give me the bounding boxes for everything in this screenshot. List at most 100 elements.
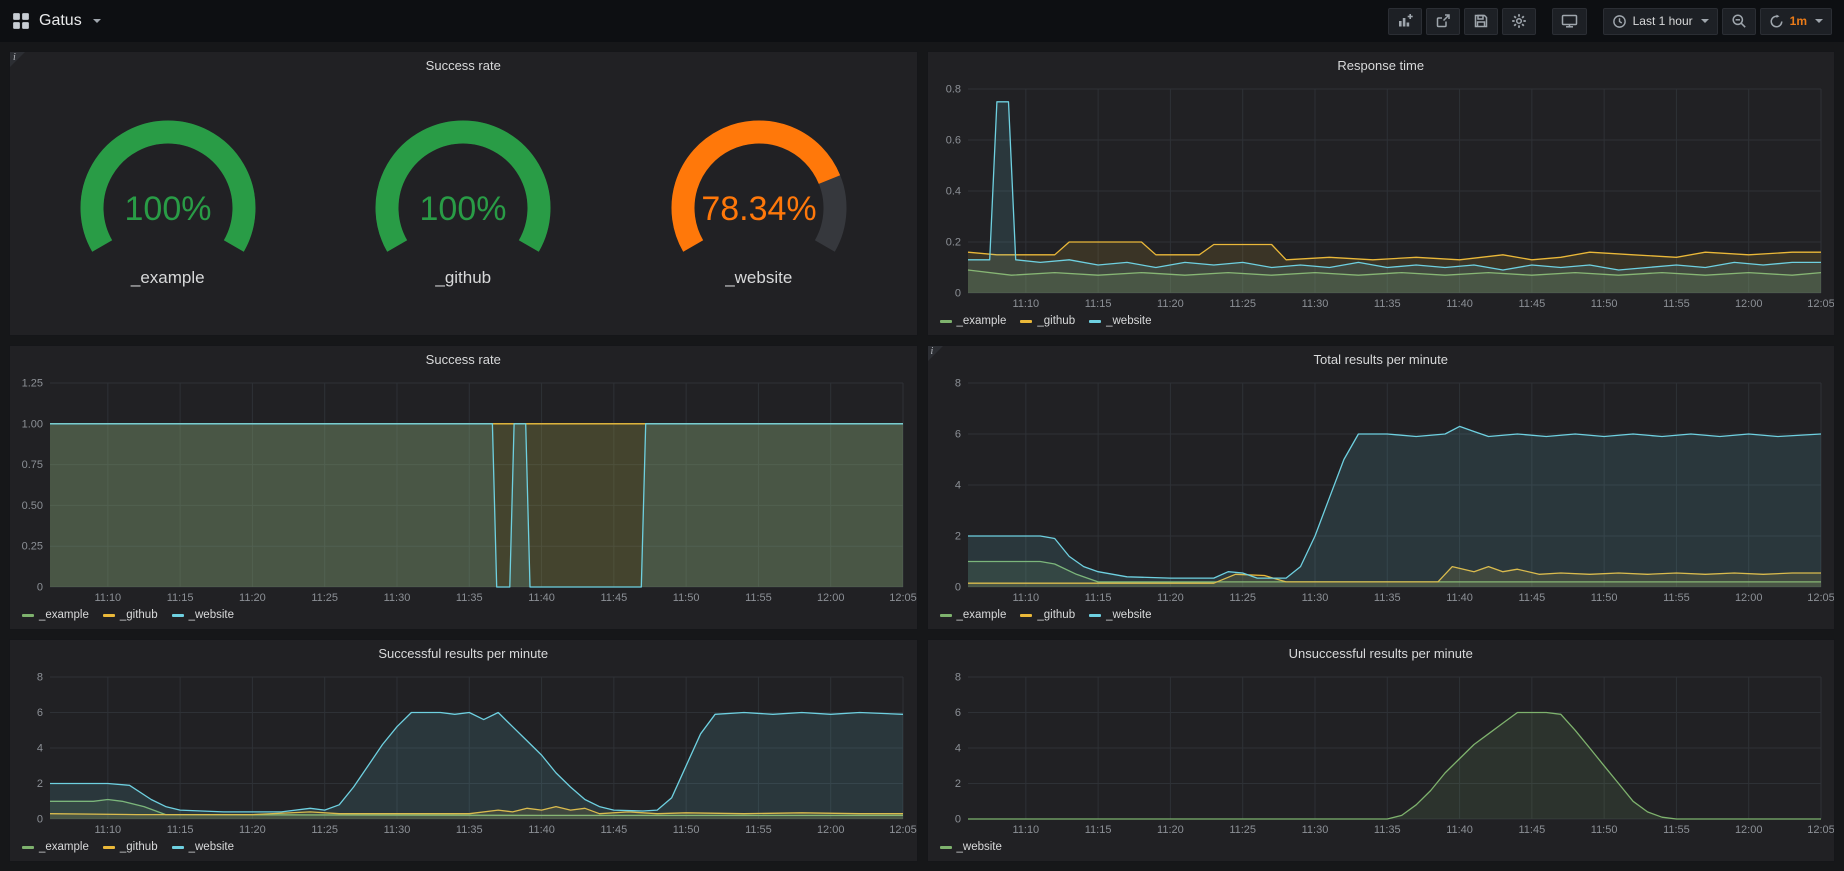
add-panel-button[interactable] [1388, 8, 1422, 35]
gauge-arc: 78.34% [634, 118, 884, 268]
legend-marker [22, 846, 34, 849]
chart-success-rate[interactable]: 11:1011:1511:2011:2511:3011:3511:4011:45… [10, 373, 917, 607]
svg-text:11:45: 11:45 [600, 824, 627, 836]
time-range-label: Last 1 hour [1633, 14, 1693, 28]
legend-label[interactable]: _github [1037, 609, 1075, 621]
svg-text:12:05: 12:05 [889, 824, 916, 836]
chevron-down-icon[interactable] [93, 19, 101, 23]
svg-text:0: 0 [37, 582, 43, 594]
legend-item-example[interactable]: _example [940, 315, 1007, 327]
dashboard-grid: i Success rate 100% _example 100% _githu… [0, 42, 1844, 871]
navbar: Gatus [0, 0, 1844, 42]
apps-grid-icon[interactable] [12, 12, 30, 30]
zoom-out-button[interactable] [1722, 8, 1756, 35]
legend-item-example[interactable]: _example [22, 609, 89, 621]
refresh-interval-label[interactable]: 1m [1790, 14, 1807, 28]
legend-label[interactable]: _github [120, 841, 158, 853]
svg-text:11:15: 11:15 [1084, 298, 1111, 310]
svg-text:6: 6 [954, 707, 960, 719]
panel-title[interactable]: Success rate [426, 58, 501, 73]
panel-header[interactable]: Success rate [10, 346, 917, 373]
svg-text:11:35: 11:35 [1373, 298, 1400, 310]
share-button[interactable] [1426, 8, 1460, 35]
svg-text:0.25: 0.25 [22, 541, 43, 553]
legend-item-github[interactable]: _github [1020, 609, 1075, 621]
legend-item-website[interactable]: _website [172, 609, 234, 621]
chart-legend: _example _github _website [928, 607, 1835, 629]
legend-label[interactable]: _github [120, 609, 158, 621]
gauge-arc: 100% [43, 118, 293, 268]
chevron-down-icon[interactable] [1815, 19, 1823, 23]
legend-item-github[interactable]: _github [103, 609, 158, 621]
svg-text:4: 4 [37, 743, 43, 755]
legend-label[interactable]: _example [39, 609, 89, 621]
legend-label[interactable]: _website [1106, 609, 1151, 621]
legend-label[interactable]: _website [189, 609, 234, 621]
legend-item-example[interactable]: _example [940, 609, 1007, 621]
legend-item-website[interactable]: _website [1089, 315, 1151, 327]
svg-text:11:55: 11:55 [1663, 298, 1690, 310]
save-button[interactable] [1464, 8, 1498, 35]
refresh-button[interactable]: 1m [1760, 8, 1832, 35]
legend-label[interactable]: _website [1106, 315, 1151, 327]
legend-label[interactable]: _website [957, 841, 1002, 853]
legend-marker [22, 614, 34, 617]
gauge-label: _example [131, 268, 205, 288]
svg-text:11:35: 11:35 [1373, 592, 1400, 604]
legend-marker [940, 846, 952, 849]
legend-item-website[interactable]: _website [940, 841, 1002, 853]
add-panel-icon [1397, 13, 1413, 29]
svg-text:4: 4 [954, 480, 960, 492]
svg-text:11:30: 11:30 [1301, 592, 1328, 604]
chart-legend: _example _github _website [10, 607, 917, 629]
chart-response-time[interactable]: 11:1011:1511:2011:2511:3011:3511:4011:45… [928, 79, 1835, 313]
chart-total-results[interactable]: 11:1011:1511:2011:2511:3011:3511:4011:45… [928, 373, 1835, 607]
chart-successful-results[interactable]: 11:1011:1511:2011:2511:3011:3511:4011:45… [10, 667, 917, 839]
svg-text:11:25: 11:25 [1229, 298, 1256, 310]
svg-text:11:40: 11:40 [1446, 298, 1473, 310]
chart-legend: _example _github _website [10, 839, 917, 861]
legend-item-example[interactable]: _example [22, 841, 89, 853]
panel-header[interactable]: Unsuccessful results per minute [928, 640, 1835, 667]
svg-text:11:10: 11:10 [94, 824, 121, 836]
time-range-picker[interactable]: Last 1 hour [1603, 8, 1718, 35]
svg-text:11:20: 11:20 [1157, 298, 1184, 310]
panel-info-icon[interactable]: i [928, 346, 943, 361]
panel-header[interactable]: Successful results per minute [10, 640, 917, 667]
dashboard-title[interactable]: Gatus [39, 12, 82, 30]
svg-text:11:10: 11:10 [1012, 298, 1039, 310]
legend-label[interactable]: _website [189, 841, 234, 853]
panel-title[interactable]: Total results per minute [1314, 352, 1448, 367]
gauge-value-text: 100% [420, 190, 507, 228]
panel-info-icon[interactable]: i [10, 52, 25, 67]
legend-item-website[interactable]: _website [172, 841, 234, 853]
legend-label[interactable]: _example [39, 841, 89, 853]
panel-header[interactable]: Response time [928, 52, 1835, 79]
svg-text:11:50: 11:50 [673, 592, 700, 604]
legend-item-website[interactable]: _website [1089, 609, 1151, 621]
panel-title[interactable]: Success rate [426, 352, 501, 367]
svg-text:8: 8 [954, 378, 960, 390]
svg-text:0: 0 [954, 582, 960, 594]
panel-title[interactable]: Unsuccessful results per minute [1289, 646, 1473, 661]
svg-text:0.8: 0.8 [945, 84, 960, 96]
legend-item-github[interactable]: _github [1020, 315, 1075, 327]
legend-label[interactable]: _github [1037, 315, 1075, 327]
legend-label[interactable]: _example [957, 315, 1007, 327]
legend-item-github[interactable]: _github [103, 841, 158, 853]
panel-success-rate: Success rate 11:1011:1511:2011:2511:3011… [9, 345, 918, 630]
panel-title[interactable]: Response time [1337, 58, 1424, 73]
refresh-icon [1769, 14, 1784, 29]
panel-title[interactable]: Successful results per minute [378, 646, 548, 661]
panel-header[interactable]: Total results per minute [928, 346, 1835, 373]
tv-mode-button[interactable] [1552, 8, 1587, 35]
legend-marker [1089, 320, 1101, 323]
svg-text:0.6: 0.6 [945, 135, 960, 147]
svg-text:11:50: 11:50 [1590, 592, 1617, 604]
gauge-example: 100% _example [43, 118, 293, 288]
legend-label[interactable]: _example [957, 609, 1007, 621]
panel-header[interactable]: Success rate [10, 52, 917, 79]
settings-button[interactable] [1502, 8, 1536, 35]
chart-unsuccessful-results[interactable]: 11:1011:1511:2011:2511:3011:3511:4011:45… [928, 667, 1835, 839]
monitor-icon [1561, 13, 1578, 29]
